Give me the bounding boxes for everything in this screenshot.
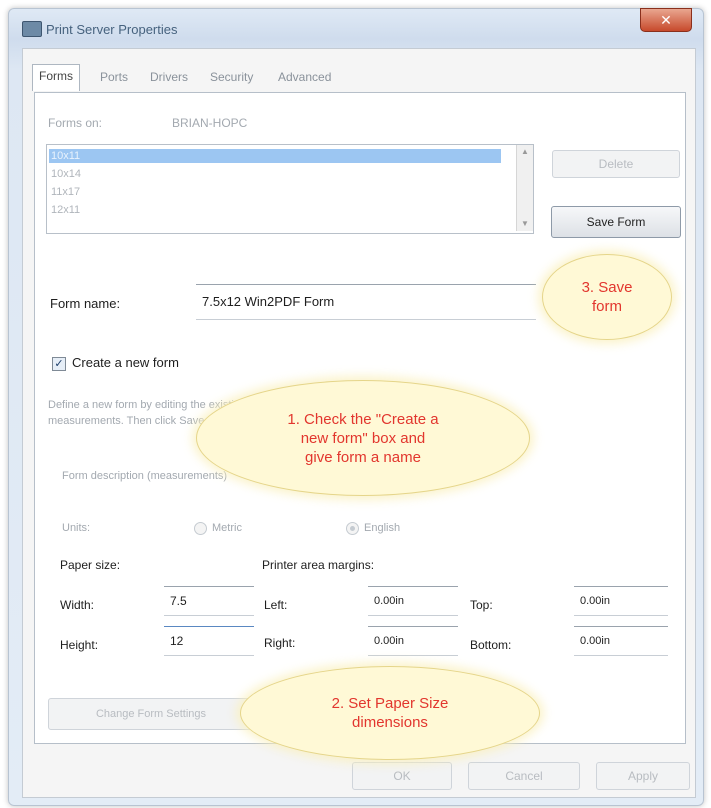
- left-margin-label: Left:: [264, 598, 288, 612]
- english-radio[interactable]: [346, 522, 359, 535]
- ok-button[interactable]: OK: [352, 762, 452, 790]
- width-label: Width:: [60, 598, 95, 612]
- units-label: Units:: [62, 522, 91, 534]
- forms-on-label: Forms on:: [48, 116, 103, 130]
- scroll-down-arrow-icon[interactable]: ▼: [517, 217, 533, 231]
- list-item[interactable]: 10x14: [51, 167, 81, 181]
- create-new-form-checkbox[interactable]: ✓: [52, 357, 66, 371]
- printer-icon: [22, 21, 42, 37]
- callout-step-3-text: 3. Save form: [581, 279, 633, 315]
- right-margin-input[interactable]: 0.00in: [368, 626, 458, 656]
- height-input[interactable]: 12: [164, 626, 254, 656]
- english-label: English: [364, 522, 401, 534]
- margins-heading: Printer area margins:: [262, 558, 375, 572]
- right-margin-label: Right:: [264, 636, 296, 650]
- callout-step-2-text: 2. Set Paper Size dimensions: [331, 695, 449, 731]
- apply-button[interactable]: Apply: [596, 762, 690, 790]
- metric-radio[interactable]: [194, 522, 207, 535]
- tab-forms[interactable]: Forms: [32, 64, 80, 91]
- tab-drivers[interactable]: Drivers: [144, 66, 194, 88]
- callout-step-2: 2. Set Paper Size dimensions: [240, 666, 540, 760]
- top-margin-label: Top:: [470, 598, 493, 612]
- callout-step-1-text: 1. Check the "Create a new form" box and…: [287, 410, 439, 466]
- change-form-settings-button[interactable]: Change Form Settings: [48, 698, 254, 730]
- tab-ports[interactable]: Ports: [94, 66, 134, 88]
- scroll-up-arrow-icon[interactable]: ▲: [517, 145, 533, 159]
- callout-step-1: 1. Check the "Create a new form" box and…: [196, 380, 530, 496]
- delete-button[interactable]: Delete: [552, 150, 680, 178]
- window-title: Print Server Properties: [46, 22, 178, 37]
- list-item[interactable]: 12x11: [51, 203, 80, 217]
- form-name-label: Form name:: [50, 296, 121, 311]
- create-new-form-label: Create a new form: [72, 355, 179, 370]
- width-input[interactable]: 7.5: [164, 586, 254, 616]
- height-label: Height:: [60, 638, 99, 652]
- top-margin-input[interactable]: 0.00in: [574, 586, 668, 616]
- left-margin-input[interactable]: 0.00in: [368, 586, 458, 616]
- save-form-button[interactable]: Save Form: [551, 206, 681, 238]
- metric-label: Metric: [212, 522, 242, 534]
- list-scrollbar[interactable]: ▲ ▼: [516, 145, 533, 231]
- forms-on-server: BRIAN-HOPC: [172, 116, 248, 130]
- cancel-button[interactable]: Cancel: [468, 762, 580, 790]
- list-item[interactable]: 11x17: [51, 185, 80, 199]
- form-description-group-label: Form description (measurements): [62, 470, 228, 482]
- list-item[interactable]: 10x11: [49, 149, 501, 163]
- tab-security[interactable]: Security: [204, 66, 259, 88]
- close-button[interactable]: ✕: [640, 8, 692, 32]
- callout-step-3: 3. Save form: [542, 254, 672, 340]
- forms-listbox[interactable]: 10x11 10x14 11x17 12x11 ▲ ▼: [46, 144, 534, 234]
- bottom-margin-label: Bottom:: [470, 638, 512, 652]
- form-name-input[interactable]: 7.5x12 Win2PDF Form: [196, 284, 536, 320]
- bottom-margin-input[interactable]: 0.00in: [574, 626, 668, 656]
- paper-size-heading: Paper size:: [60, 558, 121, 572]
- tab-advanced[interactable]: Advanced: [272, 66, 337, 88]
